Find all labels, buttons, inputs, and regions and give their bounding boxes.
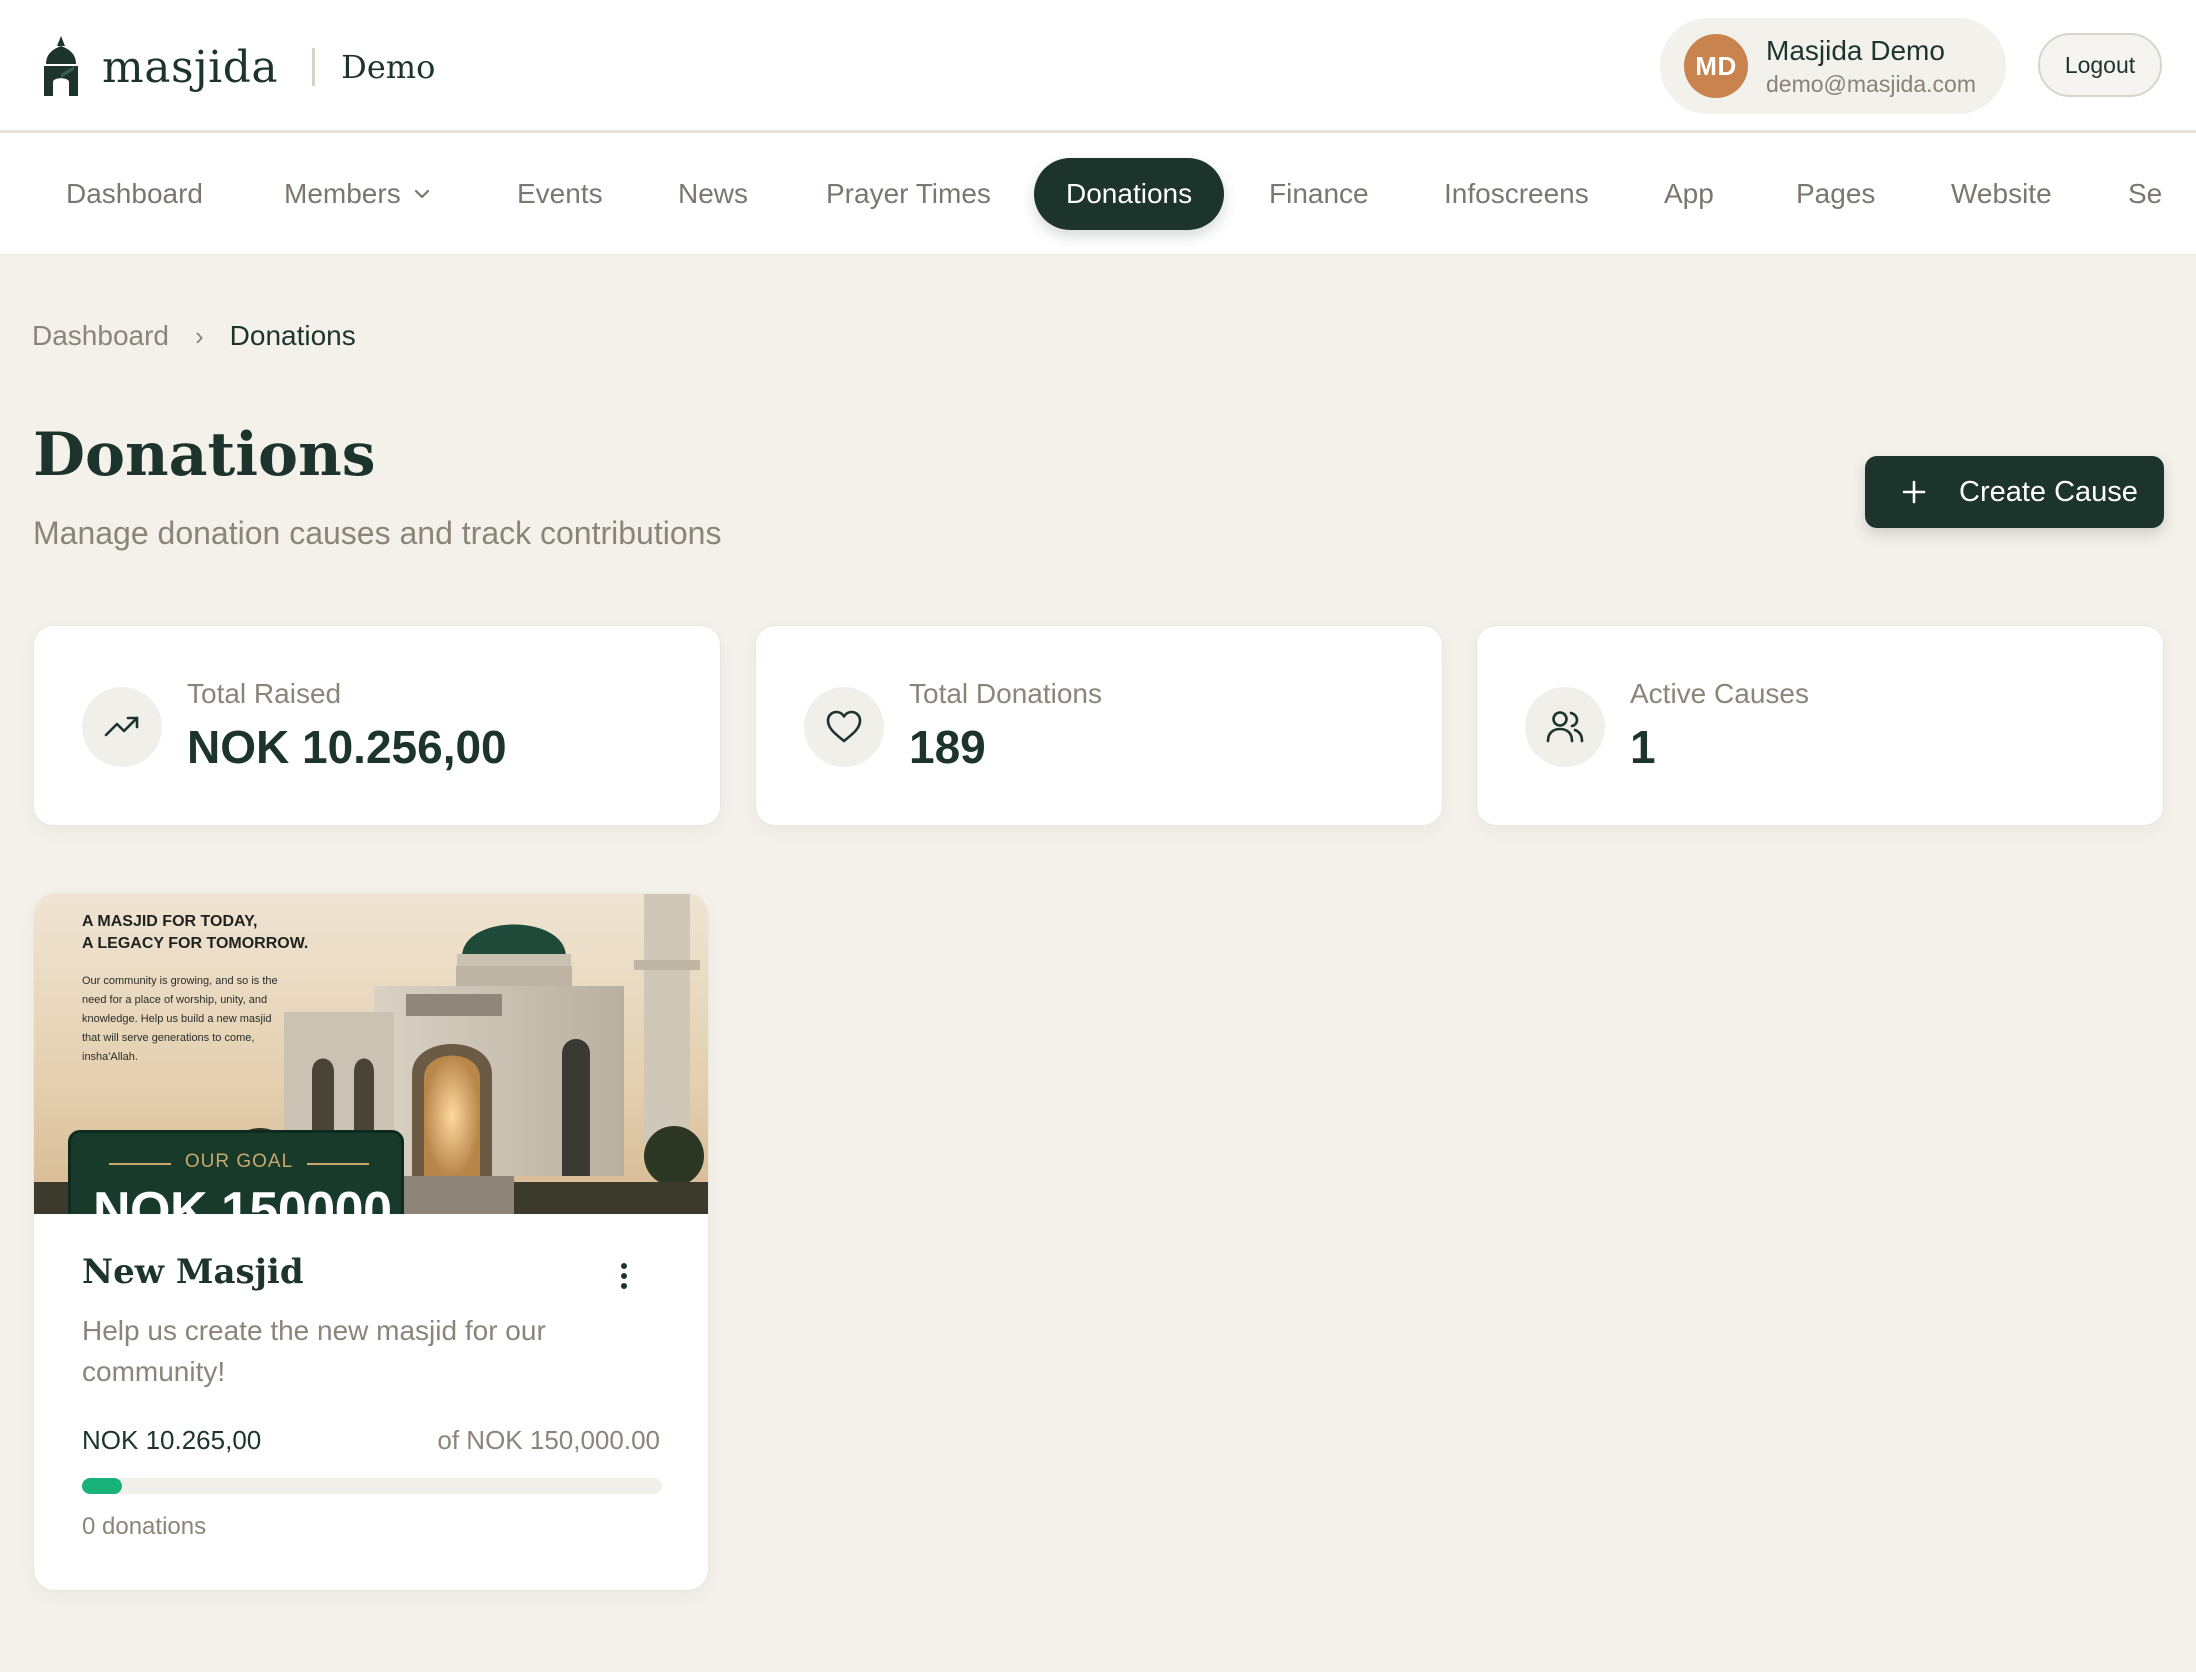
trending-up-icon [104, 716, 139, 737]
page-title: Donations [33, 420, 376, 490]
nav-item-prayer-times[interactable]: Prayer Times [826, 158, 991, 230]
nav-item-dashboard[interactable]: Dashboard [66, 158, 203, 230]
cause-banner-image: A MASJID FOR TODAY, A LEGACY FOR TOMORRO… [34, 894, 708, 1214]
brand-name: masjida [102, 41, 279, 93]
avatar: MD [1684, 34, 1748, 98]
cause-progress-bar [82, 1478, 662, 1494]
banner-goal-label: OUR GOAL [184, 1151, 294, 1172]
mosque-logo-icon [44, 36, 78, 96]
nav-item-donations[interactable]: Donations [1034, 158, 1225, 230]
breadcrumb-separator: › [194, 320, 204, 351]
create-cause-label: Create Cause [1959, 475, 2138, 508]
user-email: demo@masjida.com [1766, 71, 1976, 97]
banner-headline: A MASJID FOR TODAY, [82, 913, 258, 930]
nav-item-pages[interactable]: Pages [1796, 158, 1875, 230]
cause-raised-amount: NOK 10.265,00 [82, 1425, 262, 1455]
user-menu[interactable]: MD Masjida Demo demo@masjida.com [1660, 18, 2006, 114]
brand-divider [312, 48, 316, 86]
organization-name: Demo [341, 48, 436, 86]
cause-goal-amount: of NOK 150,000.00 [437, 1425, 660, 1455]
banner-goal-value: NOK 150000 [93, 1182, 392, 1214]
nav-item-website[interactable]: Website [1951, 158, 2052, 230]
stat-value: 189 [909, 721, 986, 773]
breadcrumb-current: Donations [229, 320, 356, 351]
nav-item-members[interactable]: Members [284, 158, 431, 230]
stat-card-total-donations: Total Donations 189 [755, 625, 1443, 826]
nav-item-infoscreens[interactable]: Infoscreens [1444, 158, 1589, 230]
nav-item-news[interactable]: News [678, 158, 748, 230]
cause-description: Help us create the new masjid for our co… [82, 1315, 546, 1387]
heart-icon [826, 710, 862, 743]
brand[interactable]: masjida Demo [38, 32, 435, 102]
logout-button[interactable]: Logout [2038, 33, 2162, 97]
user-name: Masjida Demo [1766, 35, 1945, 66]
stat-value: NOK 10.256,00 [187, 721, 507, 773]
plus-icon [1902, 480, 1926, 504]
cause-progress-fill [82, 1478, 122, 1494]
breadcrumb-dashboard[interactable]: Dashboard [32, 320, 169, 352]
stat-card-total-raised: Total Raised NOK 10.256,00 [33, 625, 721, 826]
stat-label: Total Raised [187, 678, 342, 709]
banner-body-text: Our community is growing, and so is the … [82, 975, 278, 1063]
top-header: masjida Demo MD Masjida Demo demo@masjid… [0, 0, 2196, 133]
main-nav: Dashboard Members Events News Prayer Tim… [0, 133, 2196, 255]
create-cause-button[interactable]: Create Cause [1865, 456, 2164, 528]
stat-value: 1 [1630, 721, 1656, 773]
cause-title: New Masjid [82, 1252, 304, 1292]
banner-headline: A LEGACY FOR TOMORROW. [82, 935, 309, 952]
stat-card-active-causes: Active Causes 1 [1476, 625, 2164, 826]
nav-item-events[interactable]: Events [517, 158, 603, 230]
banner-goal-badge: OUR GOAL NOK 150000 [68, 1130, 404, 1214]
nav-item-app[interactable]: App [1664, 158, 1714, 230]
page-subtitle: Manage donation causes and track contrib… [33, 515, 722, 551]
nav-item-label: Members [284, 178, 401, 209]
stat-label: Total Donations [909, 678, 1103, 709]
chevron-down-icon [414, 189, 429, 199]
cause-card[interactable]: A MASJID FOR TODAY, A LEGACY FOR TOMORRO… [33, 893, 709, 1591]
nav-item-settings[interactable]: Se [2128, 158, 2162, 230]
users-icon [1546, 711, 1584, 743]
stat-label: Active Causes [1630, 678, 1809, 709]
nav-item-finance[interactable]: Finance [1269, 158, 1369, 230]
breadcrumb: Dashboard › Donations [32, 320, 356, 352]
cause-donation-count: 0 donations [82, 1513, 207, 1540]
more-options-icon[interactable] [608, 1258, 640, 1294]
